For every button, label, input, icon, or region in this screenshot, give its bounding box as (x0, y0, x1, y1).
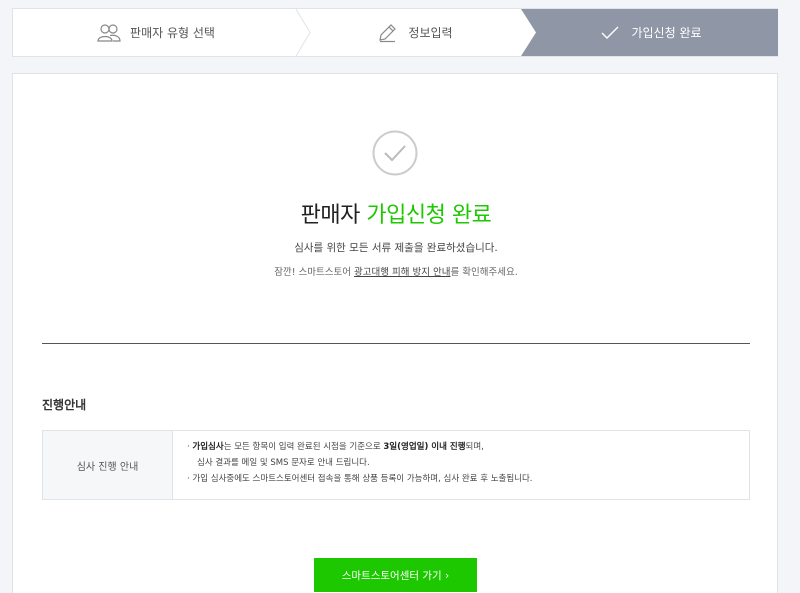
step-label: 정보입력 (408, 26, 453, 40)
check-circle-icon (372, 130, 418, 176)
headline-highlight: 가입신청 완료 (366, 203, 492, 228)
check-icon (597, 23, 623, 43)
page-title: 판매자 가입신청 완료 (300, 203, 492, 228)
signup-steps: 판매자 유형 선택 정보입력 가입신청 완료 (12, 8, 778, 57)
review-info-body: · 가입심사는 모든 항목이 입력 완료된 시점을 기준으로 3일(영업일) 이… (173, 431, 749, 499)
ad-agency-fraud-notice-link[interactable]: 광고대행 피해 방지 안내 (354, 267, 450, 278)
step-label: 판매자 유형 선택 (130, 26, 215, 40)
section-title-progress: 진행안내 (42, 398, 87, 412)
go-to-smartstore-center-button[interactable]: 스마트스토어센터 가기 › (314, 558, 477, 592)
info-line-2: 심사 결과를 메일 및 SMS 문자로 안내 드립니다. (197, 458, 370, 468)
review-info-table: 심사 진행 안내 · 가입심사는 모든 항목이 입력 완료된 시점을 기준으로 … (42, 430, 750, 500)
notice-message: 잠깐! 스마트스토어 광고대행 피해 방지 안내를 확인해주세요. (274, 267, 518, 278)
pencil-icon (374, 23, 400, 43)
divider (42, 343, 750, 344)
step-label: 가입신청 완료 (631, 26, 702, 40)
review-info-label: 심사 진행 안내 (43, 431, 173, 499)
info-line-1: · 가입심사는 모든 항목이 입력 완료된 시점을 기준으로 3일(영업일) 이… (187, 442, 484, 452)
step-seller-type: 판매자 유형 선택 (13, 9, 298, 56)
info-line-3: · 가입 심사중에도 스마트스토어센터 접속을 통해 상품 등록이 가능하며, … (187, 474, 533, 484)
completion-card: 판매자 가입신청 완료 심사를 위한 모든 서류 제출을 완료하셨습니다. 잠깐… (12, 73, 778, 593)
step-complete: 가입신청 완료 (521, 9, 778, 56)
completion-message: 심사를 위한 모든 서류 제출을 완료하셨습니다. (294, 242, 498, 254)
users-icon (96, 23, 122, 43)
step-info-input: 정보입력 (306, 9, 521, 56)
